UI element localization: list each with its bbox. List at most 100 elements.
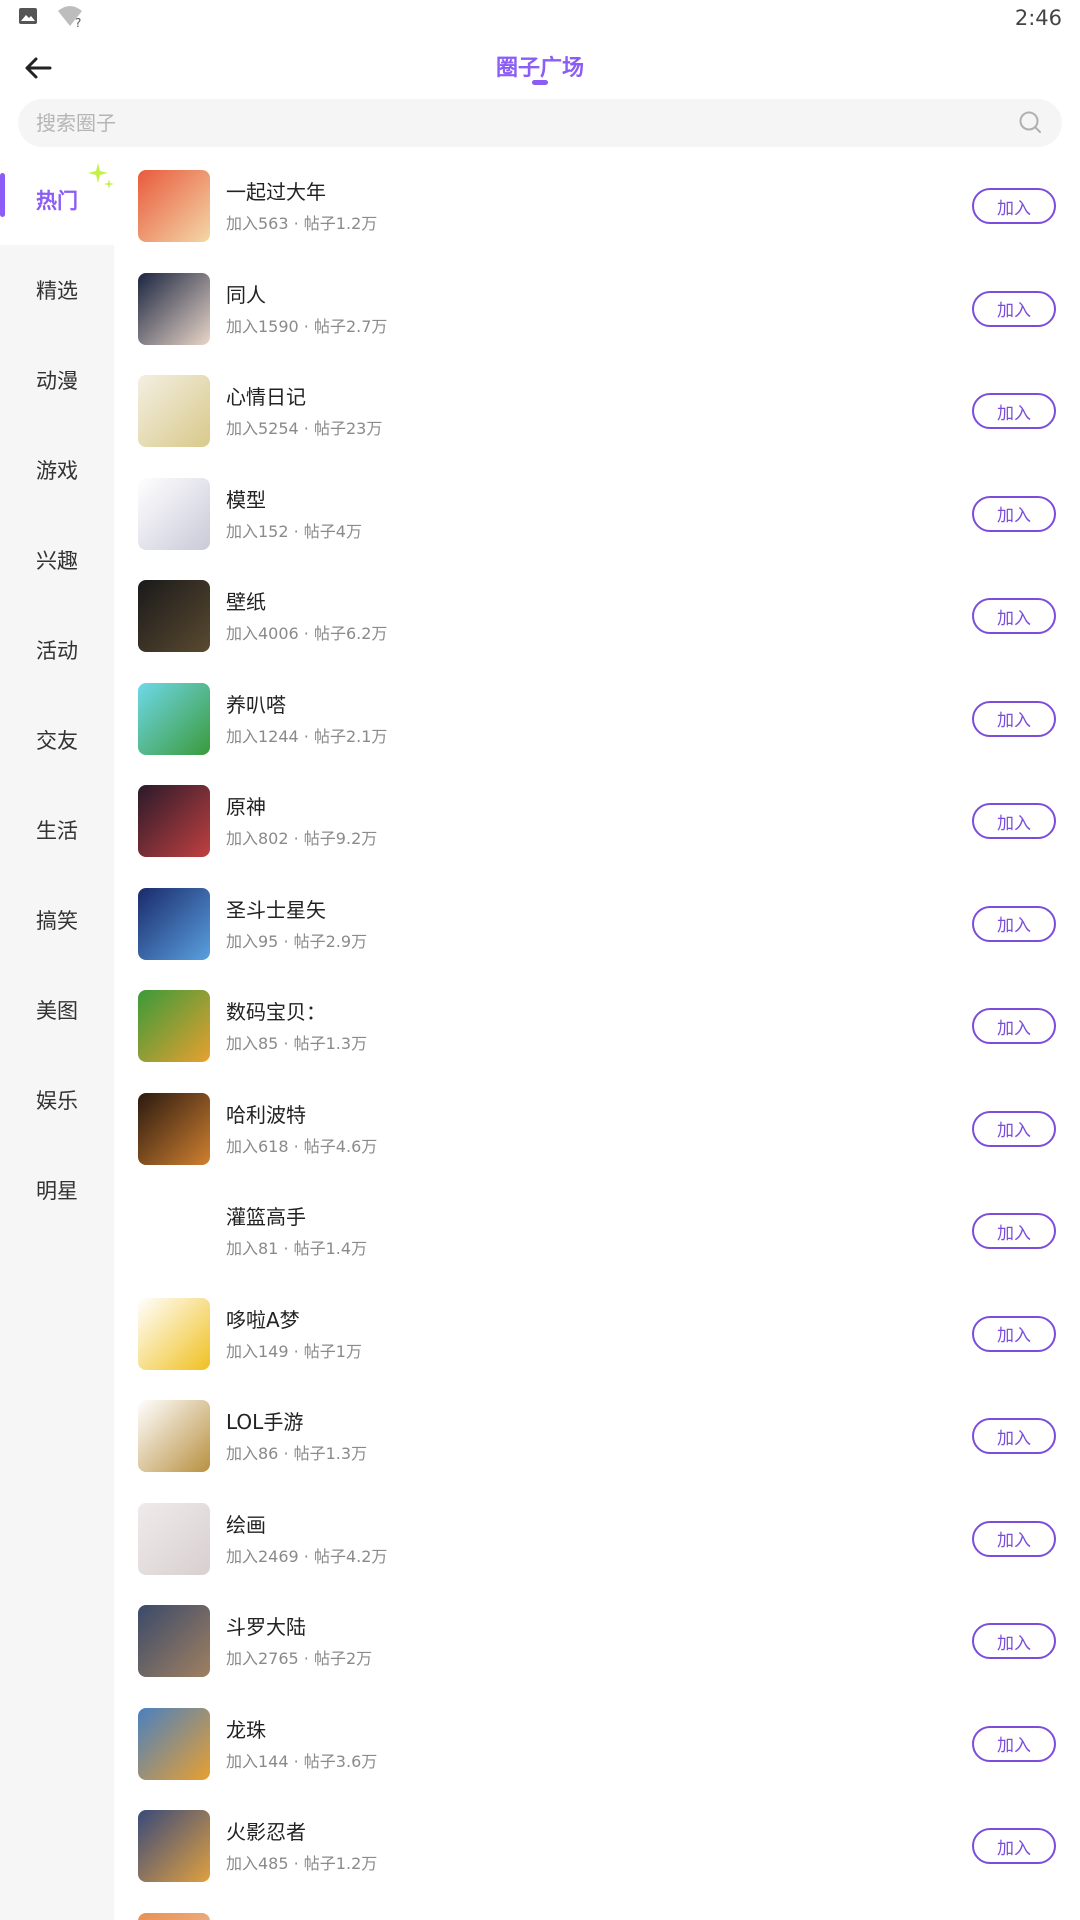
circle-avatar [138,1092,210,1165]
header: 圈子广场 [0,36,1080,98]
sidebar-item-label: 动漫 [36,369,78,393]
circle-avatar [138,1912,210,1920]
sidebar-item-label: 明星 [36,1179,78,1203]
sidebar-item[interactable]: 游戏 [0,425,114,515]
circle-row[interactable]: 模型加入152 · 帖子4万 加入 [114,463,1080,566]
circle-stats: 加入149 · 帖子1万 [226,1341,362,1361]
circle-avatar [138,477,210,550]
join-button[interactable]: 加入 [972,905,1056,942]
circle-info: 斗罗大陆 加入2765 · 帖子2万 [226,1613,372,1669]
wifi-unknown-icon: ? [56,4,86,32]
circle-stats: 加入1244 · 帖子2.1万 [226,726,388,746]
circle-row[interactable]: 壁纸 加入4006 · 帖子6.2万 加入 [114,565,1080,668]
circle-name: 龙珠 [226,1717,266,1742]
circle-stats: 加入5254 · 帖子23万 [226,419,383,439]
sidebar-item[interactable]: 热门 [0,155,114,245]
join-button[interactable]: 加入 [972,495,1056,532]
circle-info: 哆啦A梦加入149 · 帖子1万 [226,1306,362,1362]
sidebar-item-label: 娱乐 [36,1089,78,1113]
active-indicator [0,173,5,217]
circle-info: 同人 加入1590 · 帖子2.7万 [226,281,387,337]
circle-stats: 加入485 · 帖子1.2万 [226,1854,378,1874]
sidebar-item-label: 生活 [36,819,78,843]
circle-stats: 加入85 · 帖子1.3万 [226,1034,368,1054]
sidebar-item[interactable]: 精选 [0,245,114,335]
circle-row[interactable]: 同人 加入1590 · 帖子2.7万 加入 [114,258,1080,361]
circle-name: LOL手游 [226,1410,304,1435]
join-button[interactable]: 加入 [972,1008,1056,1045]
circle-stats: 加入563 · 帖子1.2万 [226,214,378,234]
sidebar-item[interactable]: 娱乐 [0,1055,114,1145]
sidebar-item[interactable]: 活动 [0,605,114,695]
circle-avatar [138,1400,210,1473]
circle-stats: 加入144 · 帖子3.6万 [226,1751,378,1771]
join-button[interactable]: 加入 [972,1315,1056,1352]
search-icon[interactable] [1018,110,1044,136]
status-icons: ? [18,4,86,32]
sidebar-item[interactable]: 交友 [0,695,114,785]
circle-avatar [138,1502,210,1575]
join-button[interactable]: 加入 [972,803,1056,840]
join-button[interactable]: 加入 [972,700,1056,737]
circle-row[interactable]: 数码宝贝： 加入85 · 帖子1.3万 加入 [114,975,1080,1078]
join-button[interactable]: 加入 [972,188,1056,225]
join-button[interactable]: 加入 [972,290,1056,327]
sidebar-item[interactable]: 搞笑 [0,875,114,965]
join-button[interactable]: 加入 [972,1623,1056,1660]
circle-name: 火影忍者 [226,1820,306,1845]
sidebar-item[interactable]: 明星 [0,1145,114,1235]
circle-row[interactable]: 光遇加入 [114,1898,1080,1920]
join-button[interactable]: 加入 [972,598,1056,635]
circle-avatar [138,580,210,653]
search-bar[interactable] [18,99,1062,147]
circle-info: 数码宝贝： 加入85 · 帖子1.3万 [226,998,367,1054]
circle-name: 模型 [226,487,266,512]
circle-avatar [138,1195,210,1268]
circle-info: 原神 加入802 · 帖子9.2万 [226,793,377,849]
circle-row[interactable]: 养叭嗒 加入1244 · 帖子2.1万 加入 [114,668,1080,771]
circle-row[interactable]: 灌篮高手 加入81 · 帖子1.4万 加入 [114,1180,1080,1283]
sidebar-item[interactable]: 动漫 [0,335,114,425]
circle-name: 原神 [226,795,266,820]
sidebar-item-label: 热门 [36,189,78,213]
circle-row[interactable]: 原神 加入802 · 帖子9.2万 加入 [114,770,1080,873]
title-underline [532,80,548,85]
circle-name: 绘画 [226,1512,266,1537]
circle-name: 哆啦A梦 [226,1307,300,1332]
join-button[interactable]: 加入 [972,1725,1056,1762]
sidebar-item[interactable]: 兴趣 [0,515,114,605]
sparkle-icon [88,163,114,189]
circle-name: 灌篮高手 [226,1205,306,1230]
search-input[interactable] [36,111,1018,135]
sidebar-item[interactable]: 美图 [0,965,114,1055]
circle-stats: 加入152 · 帖子4万 [226,521,362,541]
circle-info: 龙珠加入144 · 帖子3.6万 [226,1716,377,1772]
join-button[interactable]: 加入 [972,1520,1056,1557]
join-button[interactable]: 加入 [972,1213,1056,1250]
circle-stats: 加入1590 · 帖子2.7万 [226,316,388,336]
circle-avatar [138,1810,210,1883]
circle-row[interactable]: 哆啦A梦加入149 · 帖子1万 加入 [114,1283,1080,1386]
circle-row[interactable]: 哈利波特 加入618 · 帖子4.6万 加入 [114,1078,1080,1181]
circle-row[interactable]: LOL手游 加入86 · 帖子1.3万 加入 [114,1385,1080,1488]
join-button[interactable]: 加入 [972,393,1056,430]
circle-row[interactable]: 圣斗士星矢 加入95 · 帖子2.9万 加入 [114,873,1080,976]
sidebar-item-label: 交友 [36,729,78,753]
circle-row[interactable]: 绘画 加入2469 · 帖子4.2万 加入 [114,1488,1080,1591]
circle-info: 心情日记 加入5254 · 帖子23万 [226,383,382,439]
sidebar-item[interactable]: 生活 [0,785,114,875]
circle-avatar [138,887,210,960]
circle-row[interactable]: 火影忍者加入485 · 帖子1.2万 加入 [114,1795,1080,1898]
circle-name: 圣斗士星矢 [226,897,326,922]
circle-stats: 加入4006 · 帖子6.2万 [226,624,388,644]
join-button[interactable]: 加入 [972,1110,1056,1147]
circle-info: 模型加入152 · 帖子4万 [226,486,362,542]
circle-info: 灌篮高手 加入81 · 帖子1.4万 [226,1203,367,1259]
circle-row[interactable]: 斗罗大陆 加入2765 · 帖子2万 加入 [114,1590,1080,1693]
circle-avatar [138,1707,210,1780]
join-button[interactable]: 加入 [972,1828,1056,1865]
circle-row[interactable]: 心情日记 加入5254 · 帖子23万 加入 [114,360,1080,463]
join-button[interactable]: 加入 [972,1418,1056,1455]
circle-row[interactable]: 一起过大年 加入563 · 帖子1.2万 加入 [114,155,1080,258]
circle-row[interactable]: 龙珠加入144 · 帖子3.6万 加入 [114,1693,1080,1796]
